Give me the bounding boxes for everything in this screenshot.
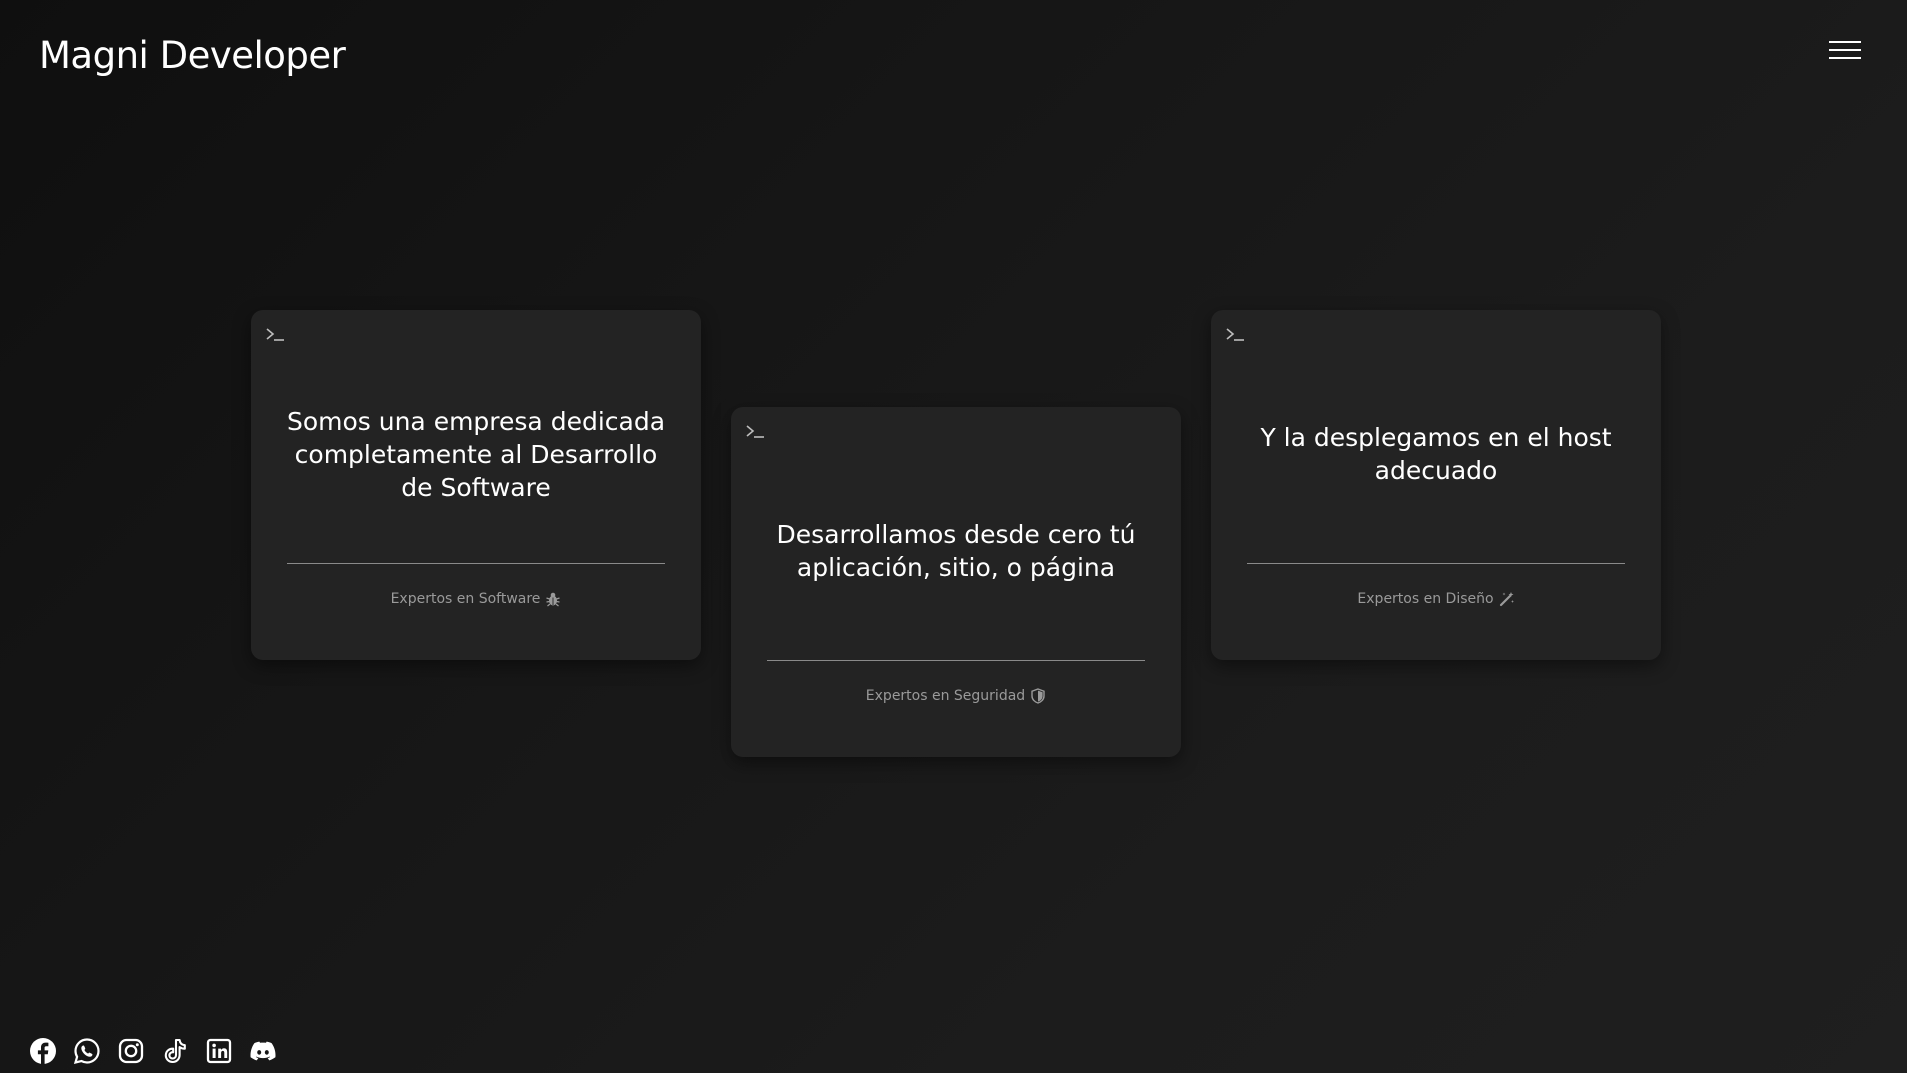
terminal-prompt-icon: [1226, 328, 1244, 341]
service-card-software: Somos una empresa dedicada completamente…: [251, 310, 701, 660]
shield-icon: [1031, 688, 1045, 704]
card-divider: [767, 660, 1145, 661]
tiktok-icon[interactable]: [160, 1036, 190, 1066]
card-footer-label: Expertos en Seguridad: [865, 688, 1026, 704]
terminal-prompt-icon: [266, 328, 284, 341]
card-footer: Expertos en Software: [251, 587, 701, 611]
card-footer-label: Expertos en Diseño: [1357, 591, 1494, 607]
brand-title[interactable]: Magni Developer: [39, 30, 346, 82]
instagram-icon[interactable]: [116, 1036, 146, 1066]
service-card-security: Desarrollamos desde cero tú aplicación, …: [731, 407, 1181, 757]
facebook-icon[interactable]: [28, 1036, 58, 1066]
linkedin-icon[interactable]: [204, 1036, 234, 1066]
discord-icon[interactable]: [248, 1036, 278, 1066]
card-text: Desarrollamos desde cero tú aplicación, …: [776, 520, 1136, 582]
card-text: Somos una empresa dedicada completamente…: [286, 406, 666, 502]
menu-bar: [1829, 49, 1861, 51]
social-links: [28, 1036, 292, 1066]
service-card-design: Y la desplegamos en el host adecuado Exp…: [1211, 310, 1661, 660]
card-footer-label: Expertos en Software: [390, 591, 541, 607]
terminal-prompt-icon: [746, 425, 764, 438]
card-divider: [287, 563, 665, 564]
card-footer: Expertos en Seguridad: [731, 684, 1181, 708]
card-divider: [1247, 563, 1625, 564]
card-text: Y la desplegamos en el host adecuado: [1260, 423, 1612, 485]
magic-wand-icon: [1499, 592, 1514, 607]
hamburger-menu-button[interactable]: [1826, 36, 1864, 66]
menu-bar: [1829, 57, 1861, 59]
card-footer: Expertos en Diseño: [1211, 587, 1661, 611]
bug-icon: [546, 592, 561, 607]
menu-bar: [1829, 41, 1861, 43]
whatsapp-icon[interactable]: [72, 1036, 102, 1066]
